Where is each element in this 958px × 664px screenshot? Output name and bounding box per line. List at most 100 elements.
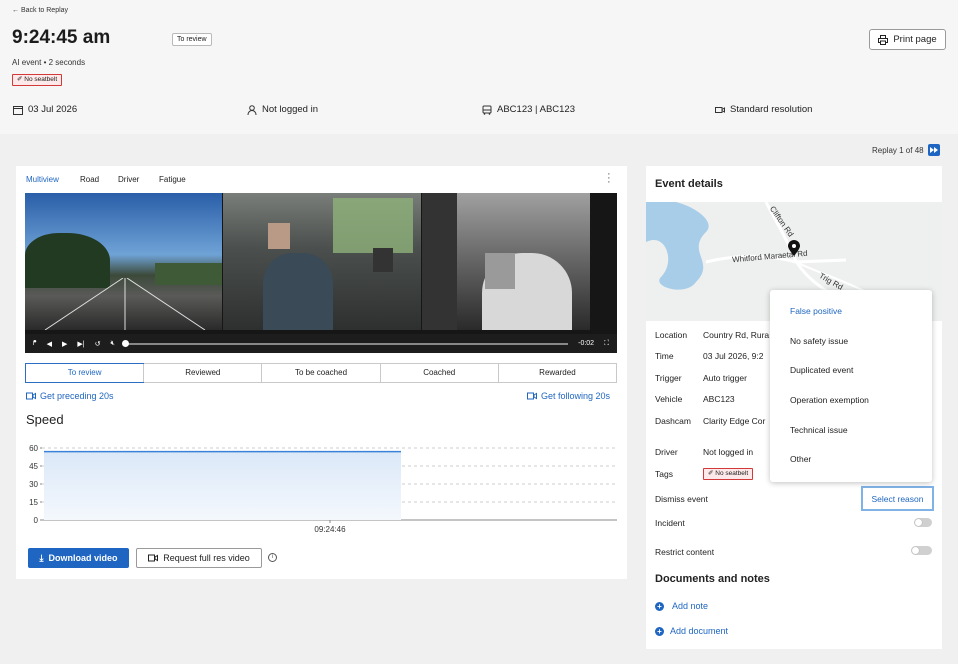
plus-icon: + — [655, 626, 664, 636]
no-seatbelt-tag: ✐ No seatbelt — [12, 74, 63, 86]
review-status-tabs: To review Reviewed To be coached Coached… — [25, 363, 617, 383]
speed-area — [44, 451, 401, 520]
print-label: Print page — [893, 34, 937, 45]
vehicle-value: ABC123 | ABC123 — [497, 104, 575, 115]
vehicle-label: Vehicle — [655, 394, 683, 404]
seatbelt-icon: ✐ — [17, 76, 23, 83]
person-icon — [247, 104, 257, 115]
tags-label: Tags — [655, 469, 673, 479]
blurred-face-bw — [485, 253, 515, 289]
add-note-label: Add note — [672, 601, 709, 611]
menu-item-no-safety-issue[interactable]: No safety issue — [790, 336, 848, 346]
info-resolution: Standard resolution — [715, 104, 812, 115]
add-document-link[interactable]: + Add document — [655, 626, 728, 636]
info-vehicle: ABC123 | ABC123 — [482, 104, 575, 115]
status-tab-reviewed[interactable]: Reviewed — [143, 364, 261, 382]
x-tick-label: 09:24:46 — [314, 525, 346, 534]
event-details-title: Event details — [655, 178, 723, 190]
printer-icon — [878, 34, 889, 45]
progress-handle[interactable] — [121, 339, 129, 347]
video-icon — [148, 554, 159, 562]
vehicle-detail-value: ABC123 — [703, 394, 735, 404]
no-seatbelt-tag-detail: ✐ No seatbelt — [703, 468, 754, 480]
tag-detail-label: No seatbelt — [715, 470, 749, 477]
driver-shape — [263, 253, 333, 330]
status-tab-coached[interactable]: Coached — [379, 364, 498, 382]
next-frame-icon[interactable]: ▶| — [77, 340, 84, 348]
menu-item-technical-issue[interactable]: Technical issue — [790, 425, 848, 435]
play-icon[interactable]: ▶ — [62, 340, 67, 348]
info-icon[interactable]: i — [268, 553, 277, 562]
menu-item-operation-exemption[interactable]: Operation exemption — [790, 395, 869, 405]
location-value: Country Rd, Rura — [703, 330, 770, 340]
tab-multiview[interactable]: Multiview — [26, 175, 59, 184]
documents-title: Documents and notes — [655, 573, 770, 585]
back-link[interactable]: ← Back to Replay — [12, 7, 68, 14]
restrict-content-toggle[interactable] — [911, 546, 932, 555]
get-preceding-link[interactable]: Get preceding 20s — [26, 391, 114, 401]
speed-chart: 60 45 30 15 0 09:24:46 — [29, 444, 617, 534]
request-full-res-button[interactable]: Request full res video — [136, 548, 262, 568]
seatbelt-icon: ✐ — [708, 470, 714, 477]
date-value: 03 Jul 2026 — [28, 104, 78, 115]
fullscreen-icon[interactable]: ⛶ — [604, 340, 609, 348]
menu-item-duplicated-event[interactable]: Duplicated event — [790, 365, 853, 375]
trigger-value: Auto trigger — [703, 373, 747, 383]
event-header — [0, 0, 958, 134]
replay-counter-label: Replay 1 of 48 — [872, 145, 924, 155]
location-label: Location — [655, 330, 688, 340]
dashcam-value: Clarity Edge Cor — [703, 416, 766, 426]
select-reason-button[interactable]: Select reason — [861, 486, 934, 511]
get-following-link[interactable]: Get following 20s — [527, 391, 610, 401]
get-preceding-label: Get preceding 20s — [40, 391, 114, 401]
time-value: 03 Jul 2026, 9:2 — [703, 351, 764, 361]
restrict-content-label: Restrict content — [655, 547, 715, 557]
mute-icon[interactable]: 🔇︎ — [110, 340, 114, 348]
back-link-label: Back to Replay — [20, 7, 69, 14]
speed-icon[interactable]: ᖰ — [33, 340, 37, 348]
trigger-label: Trigger — [655, 373, 682, 383]
video-player[interactable] — [25, 193, 617, 353]
dashcam-label: Dashcam — [655, 416, 691, 426]
passenger-face — [373, 248, 393, 272]
next-replay-button[interactable] — [927, 144, 940, 156]
video-icon — [26, 392, 36, 400]
status-tab-to-review[interactable]: To review — [25, 363, 145, 383]
y-tick-label: 60 — [29, 444, 38, 453]
y-tick-label: 0 — [34, 516, 39, 525]
more-options-icon[interactable]: · · · — [607, 169, 611, 188]
incident-label: Incident — [655, 518, 685, 528]
previous-frame-icon[interactable]: ◀ — [47, 340, 52, 348]
fast-forward-icon — [929, 147, 938, 153]
info-driver: Not logged in — [247, 104, 318, 115]
vehicle-icon — [482, 105, 492, 115]
time-label: Time — [655, 351, 674, 361]
menu-item-false-positive[interactable]: False positive — [790, 306, 842, 316]
speed-title: Speed — [26, 412, 64, 427]
menu-item-other[interactable]: Other — [790, 454, 811, 464]
tab-fatigue[interactable]: Fatigue — [159, 175, 186, 184]
incident-toggle[interactable] — [914, 518, 932, 527]
tab-driver[interactable]: Driver — [118, 175, 139, 184]
info-date: 03 Jul 2026 — [13, 104, 77, 115]
y-tick-label: 45 — [29, 462, 38, 471]
rewind-icon[interactable]: ↺ — [95, 340, 101, 348]
event-subtitle: AI event • 2 seconds — [12, 58, 86, 67]
tab-road[interactable]: Road — [80, 175, 99, 184]
status-chip: To review — [172, 33, 212, 46]
progress-track[interactable] — [121, 339, 569, 347]
driver-camera-feed — [223, 193, 421, 330]
download-video-button[interactable]: ⤓ Download video — [28, 548, 129, 568]
replay-counter: Replay 1 of 48 — [872, 144, 940, 156]
driver-label: Driver — [655, 447, 678, 457]
add-note-link[interactable]: + Add note — [655, 601, 708, 611]
status-tab-to-be-coached[interactable]: To be coached — [261, 364, 379, 382]
print-button[interactable]: Print page — [869, 29, 946, 50]
arrow-left-icon: ← — [12, 7, 19, 14]
road-lines — [44, 278, 206, 330]
y-tick-label: 15 — [29, 498, 38, 507]
get-following-label: Get following 20s — [541, 391, 611, 401]
request-label: Request full res video — [163, 553, 250, 563]
status-tab-rewarded[interactable]: Rewarded — [497, 364, 616, 382]
dismiss-event-label: Dismiss event — [655, 494, 708, 504]
